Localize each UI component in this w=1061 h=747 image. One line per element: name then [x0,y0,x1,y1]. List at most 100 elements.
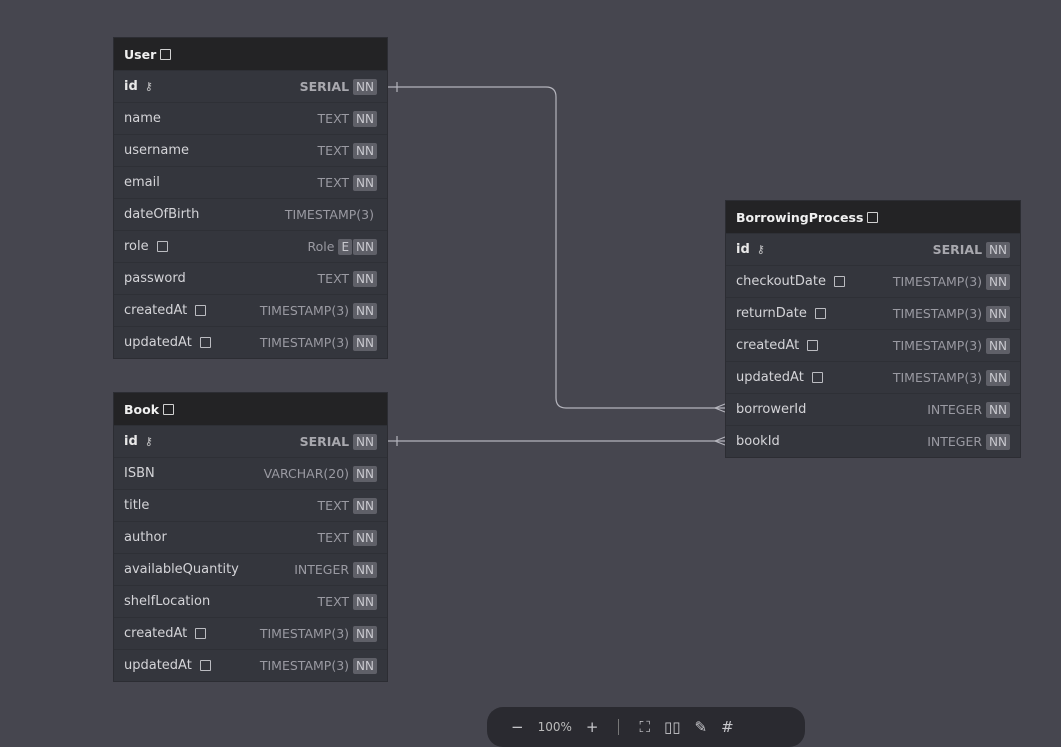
column-row[interactable]: createdAt TIMESTAMP(3) NN [114,617,387,649]
note-icon[interactable] [156,241,168,252]
column-type: TEXT [317,498,350,513]
not-null-badge: NN [986,305,1010,322]
column-name-cell: updatedAt [124,335,260,350]
column-row[interactable]: updatedAt TIMESTAMP(3) NN [114,649,387,681]
table-header[interactable]: BorrowingProcess [726,201,1020,233]
column-row[interactable]: email TEXT NN [114,166,387,198]
note-icon[interactable] [807,340,819,351]
column-type: TIMESTAMP(3) [892,274,983,289]
column-type: TEXT [317,271,350,286]
column-name-cell: createdAt [124,626,260,641]
note-icon[interactable] [195,628,207,639]
note-icon[interactable] [811,372,823,383]
note-icon[interactable] [195,305,207,316]
column-name-cell: updatedAt [736,370,893,385]
column-row[interactable]: borrowerId INTEGER NN [726,393,1020,425]
column-row[interactable]: id ⚷ SERIAL NN [114,425,387,457]
zoom-level: 100% [537,720,572,734]
column-name: id [124,79,138,94]
column-name-cell: id ⚷ [736,242,933,257]
column-row[interactable]: updatedAt TIMESTAMP(3) NN [726,361,1020,393]
column-row[interactable]: bookId INTEGER NN [726,425,1020,457]
column-name: password [124,271,186,286]
column-name: bookId [736,434,780,449]
not-null-badge: NN [986,241,1010,258]
fit-view-icon[interactable]: ⛶ [639,718,650,736]
not-null-badge: NN [353,593,377,610]
not-null-badge: NN [353,270,377,287]
table-header[interactable]: Book [114,393,387,425]
table-user[interactable]: User id ⚷ SERIAL NN name TEXT NN username TEXT NN e… [114,38,387,358]
column-name-cell: ISBN [124,466,264,481]
table-title: User [124,46,157,62]
not-null-badge: NN [353,625,377,642]
note-icon[interactable] [199,660,211,671]
column-type: SERIAL [932,242,983,257]
table-borrowing-process[interactable]: BorrowingProcess id ⚷ SERIAL NN checkoutDate T… [726,201,1020,457]
column-row[interactable]: returnDate TIMESTAMP(3) NN [726,297,1020,329]
column-row[interactable]: availableQuantity INTEGER NN [114,553,387,585]
column-type: TIMESTAMP(3) [259,626,350,641]
column-row[interactable]: createdAt TIMESTAMP(3) NN [726,329,1020,361]
column-row[interactable]: role Role E NN [114,230,387,262]
column-type: TIMESTAMP(3) [284,207,374,222]
column-name: title [124,498,150,513]
eraser-icon[interactable]: ✎ [695,718,708,736]
column-name-cell: email [124,175,318,190]
column-type: TEXT [317,594,350,609]
note-icon[interactable] [199,337,211,348]
column-name-cell: dateOfBirth [124,207,285,222]
column-name-cell: title [124,498,318,513]
column-row[interactable]: updatedAt TIMESTAMP(3) NN [114,326,387,358]
note-icon[interactable] [833,276,845,287]
column-type: TIMESTAMP(3) [892,306,983,321]
column-row[interactable]: name TEXT NN [114,102,387,134]
note-icon[interactable] [814,308,826,319]
column-type: TEXT [317,530,350,545]
not-null-badge: NN [986,401,1010,418]
column-name: createdAt [124,303,188,318]
zoom-in-icon[interactable]: + [586,718,599,736]
column-type: TEXT [317,175,350,190]
column-name-cell: id ⚷ [124,434,300,449]
column-row[interactable]: id ⚷ SERIAL NN [726,233,1020,265]
column-row[interactable]: author TEXT NN [114,521,387,553]
column-row[interactable]: title TEXT NN [114,489,387,521]
note-icon[interactable] [163,403,175,415]
key-icon: ⚷ [144,435,153,448]
column-row[interactable]: ISBN VARCHAR(20) NN [114,457,387,489]
column-name-cell: shelfLocation [124,594,318,609]
column-name-cell: id ⚷ [124,79,300,94]
column-row[interactable]: checkoutDate TIMESTAMP(3) NN [726,265,1020,297]
column-name: returnDate [736,306,807,321]
column-type: TIMESTAMP(3) [892,370,983,385]
column-row[interactable]: id ⚷ SERIAL NN [114,70,387,102]
column-name: updatedAt [124,335,192,350]
column-row[interactable]: password TEXT NN [114,262,387,294]
zoom-out-icon[interactable]: − [511,718,524,736]
column-type: TIMESTAMP(3) [259,658,350,673]
column-name: role [124,239,149,254]
column-name: id [736,242,750,257]
note-icon[interactable] [160,48,172,60]
column-type: INTEGER [927,402,983,417]
layout-icon[interactable]: ▯▯ [664,718,681,736]
not-null-badge: NN [353,529,377,546]
column-name-cell: borrowerId [736,402,927,417]
column-row[interactable]: username TEXT NN [114,134,387,166]
column-type: TEXT [317,143,350,158]
column-row[interactable]: shelfLocation TEXT NN [114,585,387,617]
column-name: id [124,434,138,449]
table-book[interactable]: Book id ⚷ SERIAL NN ISBN VARCHAR(20) NN title TEX… [114,393,387,681]
column-type: TIMESTAMP(3) [259,303,350,318]
column-name-cell: role [124,239,308,254]
column-name-cell: username [124,143,318,158]
column-row[interactable]: dateOfBirth TIMESTAMP(3) [114,198,387,230]
column-row[interactable]: createdAt TIMESTAMP(3) NN [114,294,387,326]
table-title: Book [124,401,160,417]
note-icon[interactable] [867,211,879,223]
grid-icon[interactable]: # [721,718,734,736]
table-header[interactable]: User [114,38,387,70]
column-type: TEXT [317,111,350,126]
column-name-cell: createdAt [736,338,893,353]
